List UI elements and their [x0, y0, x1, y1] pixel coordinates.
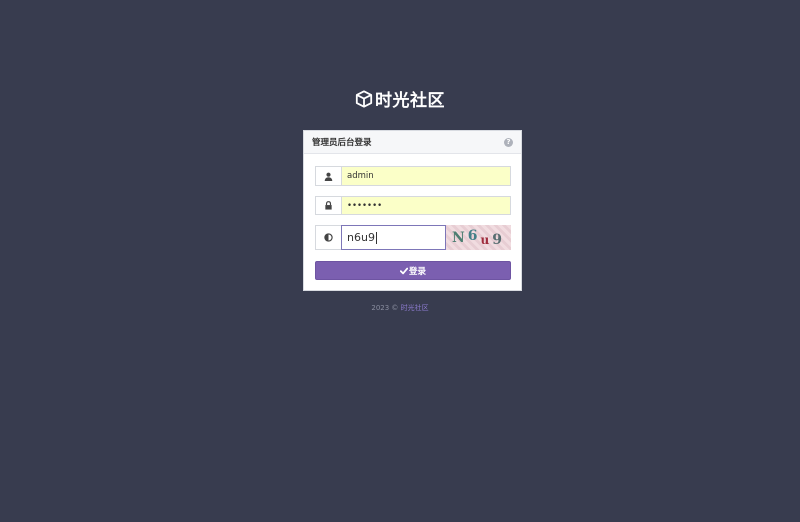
brand-header: 时光社区: [0, 86, 800, 111]
half-circle-icon: [324, 233, 333, 242]
text-caret: [375, 231, 377, 244]
login-panel: 管理员后台登录 ? admin ••••••• n6u9 N 6 u 9 登录: [303, 130, 522, 291]
check-icon: [399, 267, 408, 274]
username-addon: [315, 166, 341, 186]
captcha-char: N: [451, 229, 468, 246]
panel-heading: 管理员后台登录 ?: [304, 131, 521, 154]
question-circle-icon[interactable]: ?: [504, 137, 513, 147]
captcha-addon: [315, 225, 341, 250]
footer: 2023 © 时光社区: [0, 303, 800, 313]
user-icon: [324, 172, 333, 181]
cube-icon: [355, 89, 373, 108]
captcha-input[interactable]: n6u9: [341, 225, 446, 250]
username-group: admin: [315, 166, 511, 186]
panel-title: 管理员后台登录: [312, 138, 372, 148]
captcha-image[interactable]: N 6 u 9: [446, 225, 511, 250]
captcha-input-value: n6u9: [347, 231, 375, 244]
footer-copyright: 2023 ©: [371, 304, 399, 312]
lock-icon: [325, 201, 332, 210]
password-input[interactable]: •••••••: [341, 196, 511, 215]
password-group: •••••••: [315, 196, 511, 215]
username-input[interactable]: admin: [341, 166, 511, 186]
captcha-char: 9: [492, 231, 506, 248]
login-button[interactable]: 登录: [315, 261, 511, 280]
captcha-char: u: [480, 232, 493, 247]
captcha-group: n6u9 N 6 u 9: [315, 225, 511, 250]
footer-link[interactable]: 时光社区: [401, 304, 429, 312]
brand-title: 时光社区: [375, 91, 445, 111]
password-addon: [315, 196, 341, 215]
captcha-char: 6: [467, 227, 481, 244]
login-button-label: 登录: [408, 266, 426, 277]
